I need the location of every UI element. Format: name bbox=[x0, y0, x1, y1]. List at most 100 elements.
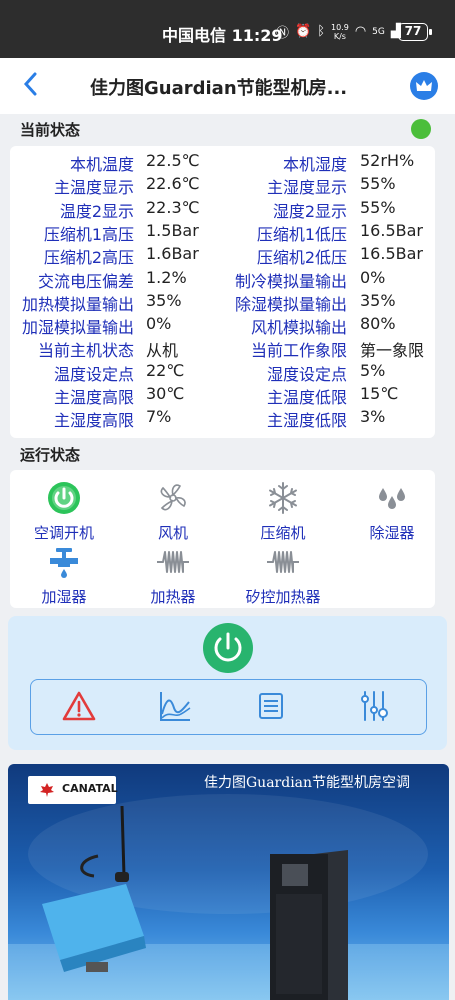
power-on-icon bbox=[48, 482, 80, 514]
run-label: 风机 bbox=[157, 524, 188, 542]
page-title: 佳力图Guardian节能型机房... bbox=[90, 78, 348, 99]
status-row: 温度设定点 22℃ 湿度设定点 5% bbox=[10, 361, 435, 384]
status-value: 1.5Bar bbox=[146, 220, 199, 240]
wifi-icon: ◠ bbox=[354, 24, 367, 39]
status-label: 湿度2显示 bbox=[272, 201, 347, 221]
status-label: 压缩机2高压 bbox=[43, 248, 134, 268]
status-value: 55% bbox=[360, 197, 396, 217]
status-row: 加热模拟量输出 35% 除湿模拟量输出 35% bbox=[10, 291, 435, 314]
status-label: 当前主机状态 bbox=[37, 341, 134, 361]
list-button[interactable] bbox=[253, 688, 289, 724]
status-label: 当前工作象限 bbox=[250, 341, 347, 361]
status-label: 除湿模拟量输出 bbox=[234, 294, 347, 314]
logo: CANATAL bbox=[28, 776, 118, 804]
run-label: 加热器 bbox=[150, 588, 196, 606]
alarm-button[interactable] bbox=[61, 688, 97, 724]
status-label: 加湿模拟量输出 bbox=[21, 318, 134, 338]
status-row: 交流电压偏差 1.2% 制冷模拟量输出 0% bbox=[10, 268, 435, 291]
run-label: 空调开机 bbox=[33, 524, 94, 542]
status-label: 本机湿度 bbox=[282, 155, 347, 174]
status-label: 风机模拟输出 bbox=[250, 318, 347, 338]
status-row: 本机温度 22.5℃ 本机湿度 52rH% bbox=[10, 151, 435, 174]
status-value: 15℃ bbox=[360, 384, 399, 403]
back-button[interactable] bbox=[22, 71, 38, 104]
chevron-left-icon bbox=[23, 72, 37, 96]
status-label: 主湿度高限 bbox=[53, 411, 134, 431]
status-label: 温度设定点 bbox=[53, 364, 134, 384]
status-value: 0% bbox=[146, 314, 172, 334]
network-speed: 10.9 K/s bbox=[331, 22, 349, 41]
status-label: 压缩机1低压 bbox=[256, 224, 347, 244]
chart-icon bbox=[160, 692, 191, 721]
status-value: 22.3℃ bbox=[146, 197, 200, 217]
battery-icon: 77 bbox=[398, 23, 428, 41]
online-indicator bbox=[411, 119, 431, 139]
power-button[interactable] bbox=[203, 623, 253, 673]
status-label: 主湿度低限 bbox=[266, 411, 347, 431]
status-value: 30℃ bbox=[146, 384, 185, 403]
status-value: 第一象限 bbox=[360, 341, 425, 361]
status-value: 5% bbox=[360, 360, 386, 380]
alarm-clock-icon: ⏰ bbox=[295, 24, 312, 39]
status-row: 主湿度高限 7% 主湿度低限 3% bbox=[10, 407, 435, 430]
status-label: 湿度设定点 bbox=[266, 364, 347, 384]
status-row: 主温度高限 30℃ 主温度低限 15℃ bbox=[10, 384, 435, 407]
status-label: 主温度显示 bbox=[53, 178, 134, 198]
carrier-time: 中国电信 11:29 bbox=[162, 26, 283, 45]
status-value: 22.5℃ bbox=[146, 151, 200, 170]
run-label: 矽控加热器 bbox=[245, 588, 321, 606]
run-item-heater: 加热器 bbox=[123, 544, 223, 607]
status-row: 当前主机状态 从机 当前工作象限 第一象限 bbox=[10, 337, 435, 360]
status-row: 温度2显示 22.3℃ 湿度2显示 55% bbox=[10, 198, 435, 221]
status-row: 主温度显示 22.6℃ 主湿度显示 55% bbox=[10, 174, 435, 197]
status-value: 1.2% bbox=[146, 267, 187, 287]
chart-button[interactable] bbox=[157, 688, 193, 724]
status-value: 22℃ bbox=[146, 360, 185, 380]
bluetooth-icon: ᛒ bbox=[317, 24, 326, 39]
alarm-icon bbox=[62, 691, 96, 721]
list-icon bbox=[259, 693, 283, 719]
status-label: 温度2显示 bbox=[59, 201, 134, 221]
run-item-fan: 风机 bbox=[123, 480, 223, 543]
status-value: 16.5Bar bbox=[360, 244, 423, 264]
status-bar: 中国电信 11:29 Ⓝ ⏰ ᛒ 10.9 K/s ◠ 5G ▟ 77 bbox=[0, 0, 455, 58]
battery-tip bbox=[429, 29, 432, 35]
power-icon bbox=[214, 632, 242, 662]
heater-icon bbox=[157, 551, 189, 573]
status-row: 加湿模拟量输出 0% 风机模拟输出 80% bbox=[10, 314, 435, 337]
current-status-heading: 当前状态 bbox=[20, 121, 81, 139]
status-label: 压缩机1高压 bbox=[43, 224, 134, 244]
title-bar: 佳力图Guardian节能型机房... bbox=[0, 58, 455, 114]
status-value: 35% bbox=[146, 290, 182, 310]
status-icons: Ⓝ ⏰ ᛒ 10.9 K/s ◠ 5G ▟ bbox=[276, 22, 401, 42]
snowflake-icon bbox=[269, 482, 297, 514]
status-row: 压缩机2高压 1.6Bar 压缩机2低压 16.5Bar bbox=[10, 244, 435, 267]
run-item-ac-on: 空调开机 bbox=[14, 480, 114, 543]
run-item-scr-heater: 矽控加热器 bbox=[233, 544, 333, 607]
run-item-humidifier: 加湿器 bbox=[14, 544, 114, 607]
crown-button[interactable] bbox=[410, 72, 438, 100]
banner-title: 佳力图Guardian节能型机房空调 bbox=[204, 775, 411, 791]
logo-text: CANATAL bbox=[62, 782, 118, 795]
run-label: 压缩机 bbox=[260, 524, 306, 542]
network-type: 5G bbox=[372, 26, 385, 37]
settings-button[interactable] bbox=[356, 688, 392, 724]
humidifier-icon bbox=[50, 548, 78, 578]
droplets-icon bbox=[379, 488, 405, 509]
status-value: 从机 bbox=[146, 341, 179, 361]
run-label: 除湿器 bbox=[369, 524, 415, 542]
status-value: 55% bbox=[360, 174, 396, 194]
status-label: 压缩机2低压 bbox=[256, 248, 347, 268]
status-label: 本机温度 bbox=[69, 155, 134, 174]
status-value: 3% bbox=[360, 407, 386, 427]
status-row: 压缩机1高压 1.5Bar 压缩机1低压 16.5Bar bbox=[10, 221, 435, 244]
nfc-icon: Ⓝ bbox=[276, 26, 290, 41]
status-label: 交流电压偏差 bbox=[37, 271, 134, 291]
status-label: 主湿度显示 bbox=[266, 178, 347, 198]
run-status-panel: 空调开机 风机 压缩机 除湿器 加湿器 加热器 矽控加热器 bbox=[10, 470, 435, 608]
status-value: 35% bbox=[360, 290, 396, 310]
status-label: 加热模拟量输出 bbox=[21, 294, 134, 314]
product-banner: CANATAL 佳力图Guardian节能型机房空调 bbox=[8, 764, 449, 1000]
status-label: 主温度高限 bbox=[53, 388, 134, 407]
status-value: 1.6Bar bbox=[146, 244, 199, 264]
